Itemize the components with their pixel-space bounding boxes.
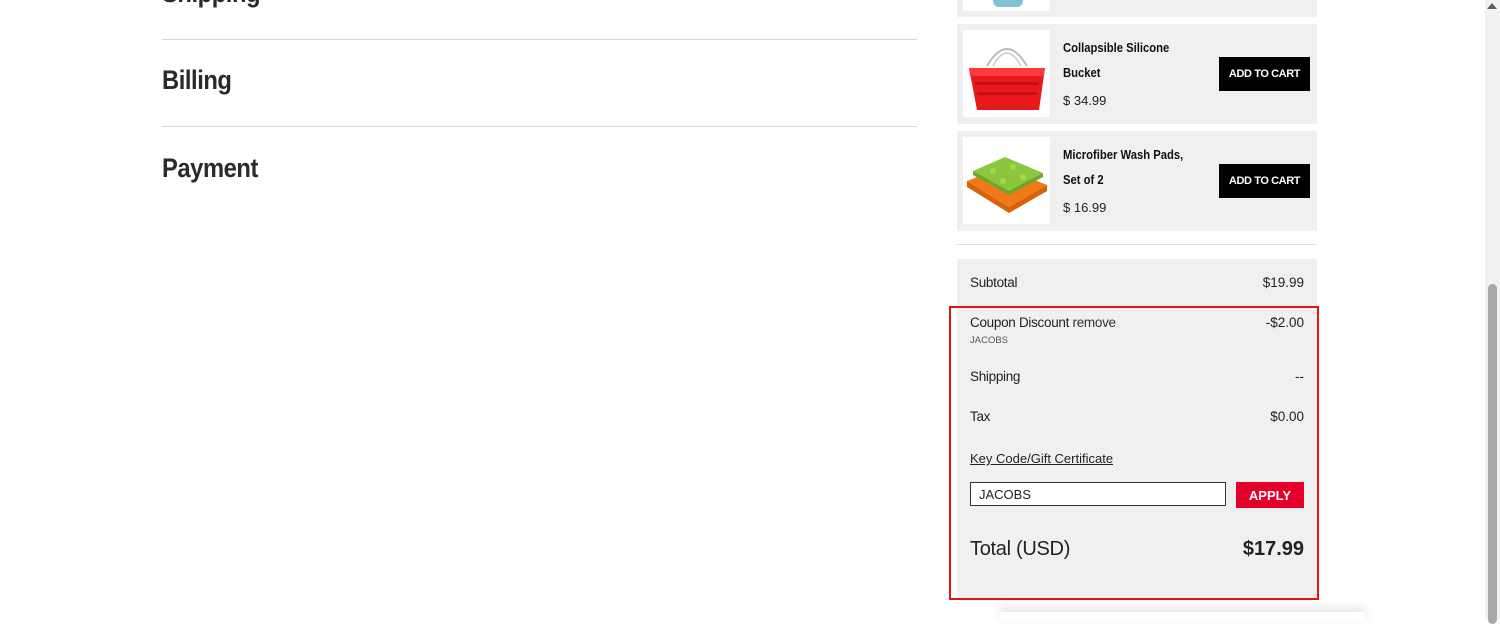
- total-value: $17.99: [1242, 538, 1304, 560]
- floating-panel-edge: [1000, 612, 1365, 622]
- subtotal-value: $19.99: [1262, 275, 1304, 290]
- apply-button[interactable]: APPLY: [1236, 482, 1304, 508]
- scrollbar-thumb[interactable]: [1488, 284, 1497, 624]
- recommendation-item-partial: [957, 0, 1317, 17]
- section-billing[interactable]: Billing: [162, 65, 232, 96]
- product-thumbnail: [963, 0, 1050, 11]
- coupon-discount-value: -$2.00: [1265, 315, 1304, 330]
- tax-value: $0.00: [1270, 409, 1304, 424]
- divider: [957, 244, 1317, 245]
- key-code-gift-certificate-link[interactable]: Key Code/Gift Certificate: [970, 451, 1113, 466]
- remove-coupon-link[interactable]: remove: [1073, 315, 1117, 330]
- recommendation-item: Collapsible Silicone Bucket $ 34.99 ADD …: [957, 24, 1317, 124]
- coupon-code: JACOBS: [970, 335, 1009, 346]
- total-label: Total (USD): [970, 538, 1071, 560]
- shipping-value: --: [1295, 369, 1304, 384]
- section-shipping[interactable]: Shipping: [162, 0, 261, 9]
- coupon-discount-label: Coupon Discount: [970, 315, 1070, 330]
- subtotal-label: Subtotal: [970, 275, 1018, 290]
- key-code-input[interactable]: [970, 482, 1226, 506]
- shipping-label: Shipping: [970, 369, 1021, 384]
- coupon-discount-row: Coupon Discount remove: [970, 315, 1116, 330]
- add-to-cart-button[interactable]: ADD TO CART: [1219, 57, 1310, 91]
- section-payment[interactable]: Payment: [162, 153, 258, 184]
- product-price: $ 34.99: [1063, 93, 1107, 108]
- wash-pads-image[interactable]: [963, 137, 1050, 224]
- product-price: $ 16.99: [1063, 200, 1107, 215]
- scroll-up-icon[interactable]: [1487, 3, 1497, 9]
- recommendation-item: Microfiber Wash Pads, Set of 2 $ 16.99 A…: [957, 131, 1317, 231]
- product-name[interactable]: Microfiber Wash Pads, Set of 2: [1063, 143, 1189, 193]
- order-summary: Subtotal $19.99 Coupon Discount remove J…: [957, 259, 1317, 599]
- product-name[interactable]: Collapsible Silicone Bucket: [1063, 36, 1189, 86]
- divider: [162, 126, 917, 127]
- teal-product-image: [993, 0, 1023, 7]
- divider: [162, 39, 917, 40]
- red-bucket-image[interactable]: [963, 30, 1050, 117]
- tax-label: Tax: [970, 409, 991, 424]
- add-to-cart-button[interactable]: ADD TO CART: [1219, 164, 1310, 198]
- scrollbar[interactable]: [1485, 0, 1500, 624]
